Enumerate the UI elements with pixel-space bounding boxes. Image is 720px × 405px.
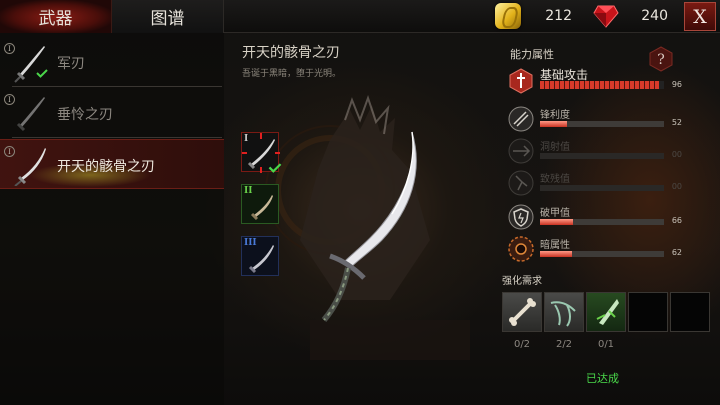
material-slot-bone[interactable] [502, 292, 542, 332]
weapon-list-item-military-blade[interactable]: I 军刃 [0, 37, 224, 87]
gold-coin-icon [495, 3, 521, 29]
attribute-base-attack: 基础攻击 96 [506, 66, 686, 96]
material-slot-claw[interactable] [544, 292, 584, 332]
attribute-name: 致残值 [540, 174, 570, 185]
blade-icon [14, 148, 46, 186]
attribute-value: 52 [671, 118, 682, 127]
material-slot-empty [628, 292, 668, 332]
crystal-blade-icon [596, 299, 619, 325]
shield-break-icon [508, 204, 534, 230]
attribute-name: 锋利度 [540, 110, 570, 121]
requirements-title: 强化需求 [502, 276, 542, 287]
material-count: 2/2 [555, 339, 573, 350]
attribute-pierce: 洞射值 00 [506, 136, 686, 166]
attribute-bar [540, 153, 664, 159]
bone-icon [509, 298, 536, 326]
attribute-sharpness: 锋利度 52 [506, 104, 686, 134]
attribute-name: 破甲值 [540, 208, 570, 219]
weapon-list-item-mercy-blade[interactable]: I 垂怜之刃 [0, 88, 224, 138]
weapon-list: I 军刃 I 垂怜之刃 I 开天的骸骨之刃 [0, 33, 224, 405]
unlocked-check-icon [268, 163, 282, 173]
blade-icon [16, 97, 45, 132]
divider [12, 86, 222, 87]
attribute-value: 00 [671, 150, 682, 159]
attribute-value: 96 [671, 80, 682, 89]
attribute-armor-break: 破甲值 66 [506, 202, 686, 232]
attribute-bar [540, 121, 664, 127]
gold-amount: 212 [545, 8, 572, 24]
tier-2-slot[interactable]: II [241, 184, 279, 224]
divider [12, 137, 222, 138]
weapon-name: 垂怜之刃 [57, 107, 113, 123]
cripple-icon [508, 170, 534, 196]
tier-3-blade-icon [248, 245, 274, 274]
weapon-title: 开天的骸骨之刃 [242, 45, 340, 61]
attributes-title: 能力属性 [510, 48, 554, 61]
weapon-name: 军刃 [57, 56, 85, 72]
close-button[interactable]: X [684, 2, 716, 31]
tab-atlas[interactable]: 图谱 [112, 0, 224, 33]
attribute-name: 暗属性 [540, 240, 570, 251]
material-count: 0/1 [597, 339, 615, 350]
dark-element-icon [508, 236, 534, 262]
pierce-icon [508, 138, 534, 164]
requirement-status: 已达成 [586, 372, 619, 385]
weapon-list-item-bone-blade[interactable]: I 开天的骸骨之刃 [0, 139, 224, 189]
sword-emblem-icon [509, 68, 533, 94]
owned-check-icon [36, 69, 48, 78]
attribute-value: 66 [671, 216, 682, 225]
bone-sword-illustration [321, 131, 417, 322]
attribute-cripple: 致残值 00 [506, 168, 686, 198]
material-slot-crystal-blade[interactable] [586, 292, 626, 332]
attribute-bar [540, 81, 664, 89]
slash-icon [508, 106, 534, 132]
tier-2-blade-icon [250, 195, 273, 221]
material-count: 0/2 [513, 339, 531, 350]
attribute-value: 62 [671, 248, 682, 257]
claw-icon [550, 301, 576, 327]
attribute-dark-element: 暗属性 62 [506, 234, 686, 264]
weapon-description: 吾诞于黑暗，堕于光明。 [242, 69, 342, 79]
ruby-gem-icon [593, 5, 619, 28]
weapon-name: 开天的骸骨之刃 [57, 159, 155, 175]
attribute-bar [540, 185, 664, 191]
tier-3-slot[interactable]: III [241, 236, 279, 276]
attribute-bar [540, 251, 664, 257]
gem-amount: 240 [641, 8, 668, 24]
tab-weapons[interactable]: 武器 [0, 0, 112, 33]
attribute-bar [540, 219, 664, 225]
attribute-name: 洞射值 [540, 142, 570, 153]
material-slot-empty [670, 292, 710, 332]
attribute-value: 00 [671, 182, 682, 191]
